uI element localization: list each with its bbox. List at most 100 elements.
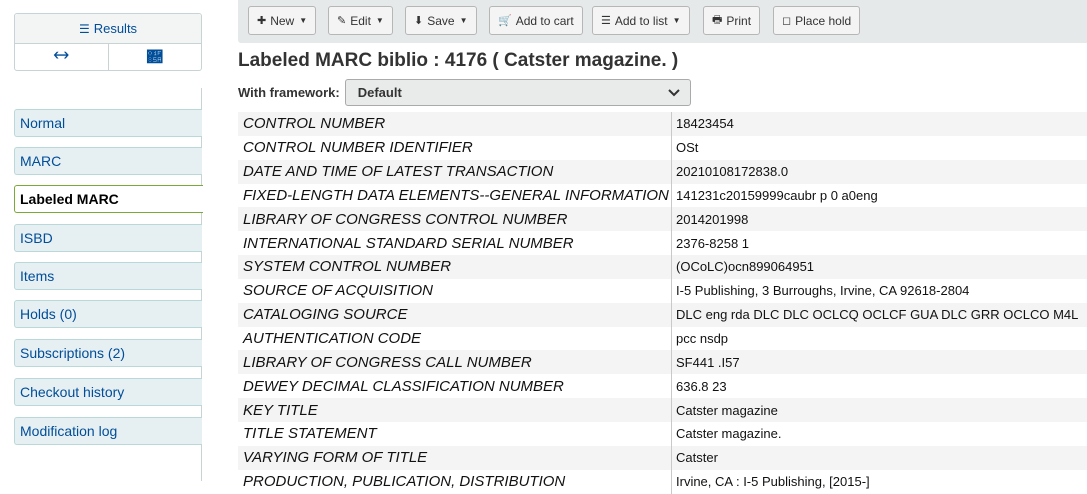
table-row: AUTHENTICATION CODEpcc nsdp [238, 327, 1087, 351]
sticky-note-icon: ◻ [782, 14, 791, 27]
table-row: DATE AND TIME OF LATEST TRANSACTION20210… [238, 160, 1087, 184]
caret-down-icon: ▼ [299, 16, 307, 25]
menu-item-label: Modification log [20, 423, 117, 439]
record-toolbar: ✚ New ▼ ✎ Edit ▼ ⬇ Save ▼ 🛒 Add to cart … [238, 0, 1087, 43]
field-value: DLC eng rda DLC DLC OCLCQ OCLCF GUA DLC … [672, 303, 1087, 327]
field-label: DATE AND TIME OF LATEST TRANSACTION [238, 160, 672, 184]
field-value: 20210108172838.0 [672, 160, 1087, 184]
print-label: Print [726, 14, 751, 28]
add-to-cart-label: Add to cart [516, 14, 574, 28]
table-row: KEY TITLECatster magazine [238, 398, 1087, 422]
field-label: CATALOGING SOURCE [238, 303, 672, 327]
list-icon: ☰ [79, 22, 90, 36]
new-label: New [270, 14, 294, 28]
framework-value: Default [358, 85, 402, 100]
place-hold-button[interactable]: ◻ Place hold [773, 6, 860, 35]
menu-item-label: Labeled MARC [20, 191, 119, 207]
save-button[interactable]: ⬇ Save ▼ [405, 6, 477, 35]
add-to-list-button[interactable]: ☰ Add to list ▼ [592, 6, 690, 35]
field-label: PRODUCTION, PUBLICATION, DISTRIBUTION [238, 470, 672, 494]
field-label: DEWEY DECIMAL CLASSIFICATION NUMBER [238, 374, 672, 398]
list-icon: ☰ [601, 14, 611, 27]
field-value: SF441 .I57 [672, 350, 1087, 374]
table-row: LIBRARY OF CONGRESS CALL NUMBERSF441 .I5… [238, 350, 1087, 374]
arrow-left-icon: 🡘 [53, 45, 69, 70]
framework-label: With framework: [238, 85, 340, 100]
add-to-list-label: Add to list [615, 14, 668, 28]
table-row: LIBRARY OF CONGRESS CONTROL NUMBER201420… [238, 207, 1087, 231]
field-value: Catster magazine. [672, 422, 1087, 446]
field-value: Catster [672, 446, 1087, 470]
framework-selector: With framework: Default [238, 79, 691, 106]
field-label: KEY TITLE [238, 398, 672, 422]
menu-item-modification-log[interactable]: Modification log [14, 417, 202, 445]
field-label: SYSTEM CONTROL NUMBER [238, 255, 672, 279]
field-value: (OCoLC)ocn899064951 [672, 255, 1087, 279]
field-value: Catster magazine [672, 398, 1087, 422]
results-button[interactable]: ☰ Results [15, 14, 201, 44]
field-label: SOURCE OF ACQUISITION [238, 279, 672, 303]
table-row: CONTROL NUMBER18423454 [238, 112, 1087, 136]
menu-item-items[interactable]: Items [14, 262, 202, 290]
menu-item-label: Checkout history [20, 384, 124, 400]
page-title: Labeled MARC biblio : 4176 ( Catster mag… [238, 50, 678, 72]
menu-item-marc[interactable]: MARC [14, 147, 202, 175]
menu-item-label: Normal [20, 115, 65, 131]
results-box: ☰ Results 🡘 🡚 [14, 13, 202, 71]
table-row: SYSTEM CONTROL NUMBER(OCoLC)ocn899064951 [238, 255, 1087, 279]
print-button[interactable]: 🖶 Print [703, 6, 760, 35]
table-row: FIXED-LENGTH DATA ELEMENTS--GENERAL INFO… [238, 184, 1087, 208]
table-row: CATALOGING SOURCEDLC eng rda DLC DLC OCL… [238, 303, 1087, 327]
field-value: I-5 Publishing, 3 Burroughs, Irvine, CA … [672, 279, 1087, 303]
field-value: OSt [672, 136, 1087, 160]
field-label: INTERNATIONAL STANDARD SERIAL NUMBER [238, 231, 672, 255]
edit-button[interactable]: ✎ Edit ▼ [328, 6, 393, 35]
field-value: pcc nsdp [672, 327, 1087, 351]
new-button[interactable]: ✚ New ▼ [248, 6, 316, 35]
menu-item-label: Subscriptions (2) [20, 345, 125, 361]
field-label: FIXED-LENGTH DATA ELEMENTS--GENERAL INFO… [238, 184, 672, 208]
table-row: INTERNATIONAL STANDARD SERIAL NUMBER2376… [238, 231, 1087, 255]
field-label: CONTROL NUMBER [238, 112, 672, 136]
edit-label: Edit [350, 14, 371, 28]
field-label: TITLE STATEMENT [238, 422, 672, 446]
table-row: PRODUCTION, PUBLICATION, DISTRIBUTIONIrv… [238, 470, 1087, 494]
table-row: CONTROL NUMBER IDENTIFIEROSt [238, 136, 1087, 160]
add-to-cart-button[interactable]: 🛒 Add to cart [489, 6, 583, 35]
menu-item-label: Items [20, 268, 54, 284]
field-label: LIBRARY OF CONGRESS CONTROL NUMBER [238, 207, 672, 231]
table-row: VARYING FORM OF TITLECatster [238, 446, 1087, 470]
download-icon: ⬇ [414, 14, 423, 27]
menu-item-isbd[interactable]: ISBD [14, 224, 202, 252]
field-label: AUTHENTICATION CODE [238, 327, 672, 351]
menu-item-holds[interactable]: Holds (0) [14, 300, 202, 328]
table-row: DEWEY DECIMAL CLASSIFICATION NUMBER636.8… [238, 374, 1087, 398]
chevron-down-icon [668, 85, 680, 100]
next-record-button[interactable]: 🡚 [108, 44, 202, 70]
results-label: Results [94, 21, 137, 36]
print-icon: 🖶 [712, 11, 722, 30]
menu-item-checkout-history[interactable]: Checkout history [14, 378, 202, 406]
field-value: 636.8 23 [672, 374, 1087, 398]
field-value: Irvine, CA : I-5 Publishing, [2015-] [672, 470, 1087, 494]
table-row: SOURCE OF ACQUISITIONI-5 Publishing, 3 B… [238, 279, 1087, 303]
results-navigation: 🡘 🡚 [15, 44, 201, 70]
field-value: 2376-8258 1 [672, 231, 1087, 255]
previous-record-button[interactable]: 🡘 [15, 44, 108, 70]
caret-down-icon: ▼ [460, 16, 468, 25]
menu-item-label: MARC [20, 153, 61, 169]
plus-icon: ✚ [257, 14, 266, 27]
field-label: LIBRARY OF CONGRESS CALL NUMBER [238, 350, 672, 374]
arrow-right-icon: 🡚 [147, 49, 162, 66]
table-row: TITLE STATEMENTCatster magazine. [238, 422, 1087, 446]
menu-item-subscriptions[interactable]: Subscriptions (2) [14, 339, 202, 367]
labeled-marc-table: CONTROL NUMBER18423454 CONTROL NUMBER ID… [238, 112, 1087, 494]
field-label: VARYING FORM OF TITLE [238, 446, 672, 470]
menu-item-labeled-marc[interactable]: Labeled MARC [14, 185, 203, 213]
framework-select[interactable]: Default [345, 79, 691, 106]
menu-item-label: ISBD [20, 230, 53, 246]
caret-down-icon: ▼ [673, 16, 681, 25]
field-value: 2014201998 [672, 207, 1087, 231]
menu-item-normal[interactable]: Normal [14, 109, 202, 137]
menu-item-label: Holds (0) [20, 306, 77, 322]
